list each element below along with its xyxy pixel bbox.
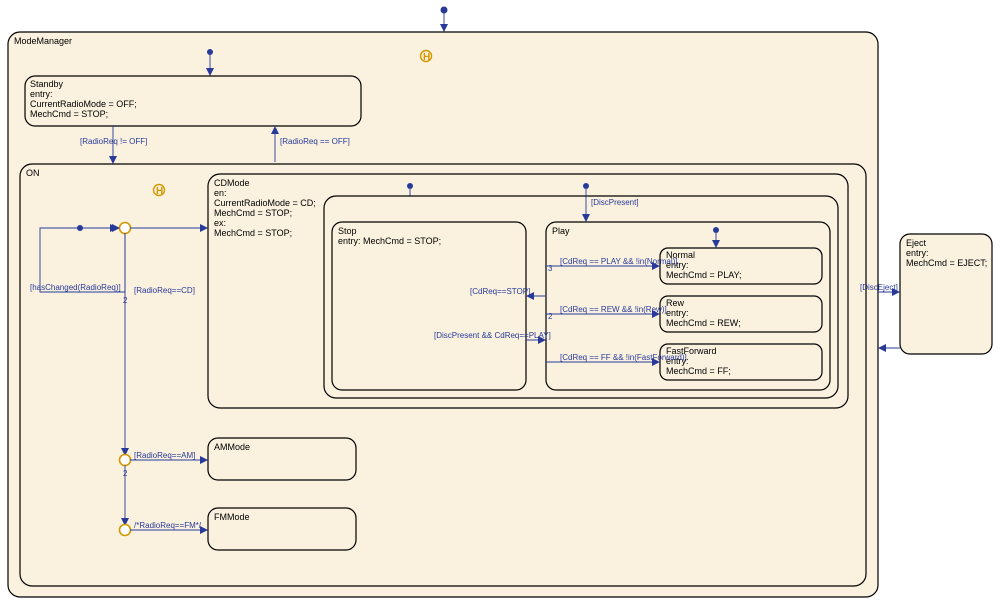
label-standby-entry: entry: bbox=[30, 89, 53, 99]
label-cdmode-title: CDMode bbox=[214, 178, 250, 188]
label-cdmode-ex: ex: bbox=[214, 218, 226, 228]
label-radioreq-off: [RadioReq == OFF] bbox=[280, 137, 350, 146]
label-standby-l2: MechCmd = STOP; bbox=[30, 109, 108, 119]
label-play-title: Play bbox=[552, 226, 570, 236]
history-modemanager-h: H bbox=[423, 52, 430, 63]
label-standby-l1: CurrentRadioMode = OFF; bbox=[30, 99, 137, 109]
label-priority-2b: 2 bbox=[123, 469, 128, 478]
state-stop[interactable] bbox=[332, 222, 526, 390]
label-rew-title: Rew bbox=[666, 298, 685, 308]
label-cdreq-ff-not-ff: [CdReq == FF && !in(FastForward)] bbox=[560, 353, 687, 362]
label-cdmode-en2: MechCmd = STOP; bbox=[214, 208, 292, 218]
initial-dot-play-inner bbox=[713, 227, 719, 233]
label-ff-body: MechCmd = FF; bbox=[666, 366, 731, 376]
label-radioreq-cd: [RadioReq==CD] bbox=[134, 286, 195, 295]
label-ammode: AMMode bbox=[214, 442, 250, 452]
label-priority-3: 3 bbox=[548, 264, 553, 273]
label-cdmode-en1: CurrentRadioMode = CD; bbox=[214, 198, 316, 208]
label-stop-title: Stop bbox=[338, 226, 357, 236]
junction-fm bbox=[120, 525, 131, 536]
label-cdmode-ex1: MechCmd = STOP; bbox=[214, 228, 292, 238]
initial-dot-play-disc bbox=[583, 183, 589, 189]
junction-am-fm bbox=[120, 455, 131, 466]
initial-dot-cdmode bbox=[407, 183, 413, 189]
label-normal-body: MechCmd = PLAY; bbox=[666, 270, 742, 280]
label-eject-entry: entry: bbox=[906, 248, 929, 258]
junction-on-entry bbox=[120, 223, 131, 234]
label-cdreq-play-not-normal: [CdReq == PLAY && !in(Normal)] bbox=[560, 257, 678, 266]
label-modemanager: ModeManager bbox=[14, 36, 72, 46]
label-radioreq-am: [RadioReq==AM] bbox=[134, 451, 195, 460]
label-discpresent-play: [DiscPresent && CdReq==PLAY] bbox=[434, 331, 551, 340]
label-cdreq-rew-not-rew: [CdReq == REW && !in(Rew)] bbox=[560, 305, 667, 314]
label-on: ON bbox=[26, 168, 40, 178]
label-radioreq-fm: /*RadioReq==FM*/ bbox=[134, 521, 202, 530]
label-cdreq-stop: [CdReq==STOP] bbox=[470, 287, 530, 296]
initial-dot-root bbox=[441, 7, 448, 14]
label-rew-body: MechCmd = REW; bbox=[666, 318, 741, 328]
label-standby-title: Standby bbox=[30, 79, 64, 89]
statechart-canvas: ModeManager H Standby entry: CurrentRadi… bbox=[0, 0, 1000, 611]
label-eject-body: MechCmd = EJECT; bbox=[906, 258, 987, 268]
label-priority-2a: 2 bbox=[123, 296, 128, 305]
arrow-root-to-modemanager bbox=[440, 24, 448, 32]
label-priority-2c: 2 bbox=[548, 312, 553, 321]
label-rew-entry: entry: bbox=[666, 308, 689, 318]
label-radioreq-not-off: [RadioReq != OFF] bbox=[80, 137, 147, 146]
label-discpresent: [DiscPresent] bbox=[591, 198, 639, 207]
history-on-h: H bbox=[156, 186, 163, 197]
label-disceject: [DiscEject] bbox=[860, 283, 898, 292]
label-stop-body: entry: MechCmd = STOP; bbox=[338, 236, 441, 246]
label-fmmode: FMMode bbox=[214, 512, 250, 522]
initial-dot-modemanager bbox=[207, 49, 213, 55]
arrow-eject-to-mm bbox=[878, 344, 886, 352]
label-haschanged: [hasChanged(RadioReq)] bbox=[30, 283, 121, 292]
label-cdmode-en: en: bbox=[214, 188, 227, 198]
label-eject-title: Eject bbox=[906, 238, 927, 248]
